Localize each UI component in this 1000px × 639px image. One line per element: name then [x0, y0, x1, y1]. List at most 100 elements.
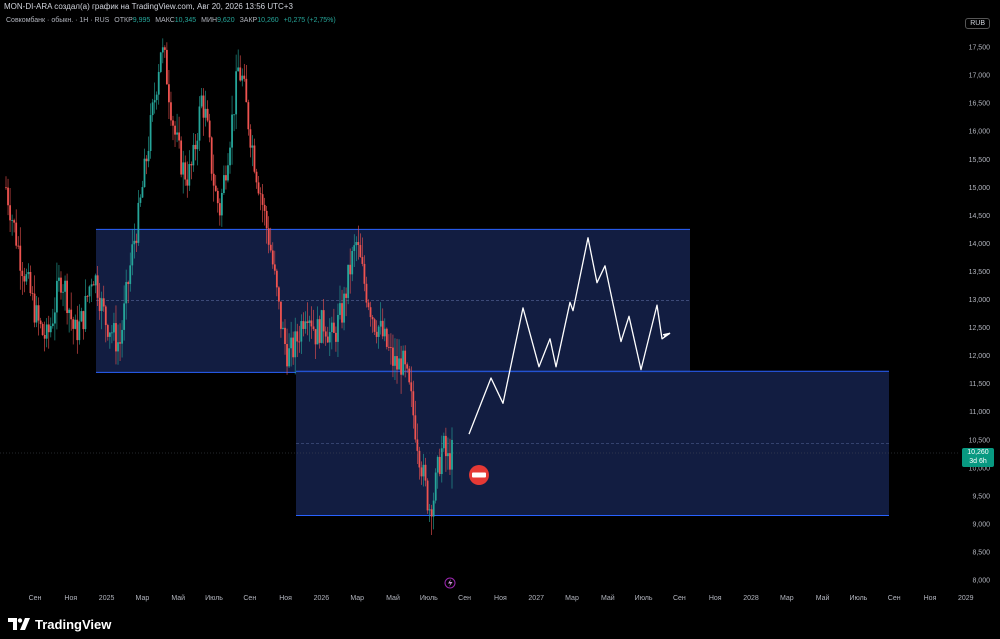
candle-body — [420, 467, 423, 477]
candle-body — [165, 49, 168, 85]
no-entry-icon[interactable] — [469, 465, 489, 485]
candle-body — [345, 293, 348, 298]
candle-body — [17, 245, 20, 247]
candle-body — [267, 228, 270, 245]
candle-body — [428, 509, 431, 511]
candle-body — [330, 322, 333, 333]
candle-body — [229, 147, 231, 166]
time-tick-label: Июль — [205, 595, 223, 602]
candle-body — [424, 464, 427, 481]
candle-body — [390, 347, 392, 348]
candle-body — [449, 453, 451, 470]
candle-body — [347, 264, 350, 298]
candle-body — [292, 337, 295, 358]
candle-body — [220, 192, 223, 216]
candle-body — [225, 175, 227, 181]
candle-body — [21, 270, 24, 277]
time-tick-label: Июль — [849, 595, 867, 602]
candle-body — [318, 319, 321, 343]
candle-body — [25, 274, 28, 282]
candle-body — [261, 194, 264, 205]
last-price-tag: 10,260 3d 6h — [962, 448, 994, 467]
time-axis[interactable]: Сен Ноя 2025 Мар Май Июль Сен Ноя 2026 Мар Май Июль… — [29, 594, 974, 602]
candle-body — [31, 293, 34, 294]
high-value: 10,345 — [174, 17, 197, 24]
candle-body — [51, 323, 54, 327]
candle-body — [15, 222, 18, 246]
candle-body — [324, 331, 327, 337]
candle-body — [72, 319, 75, 329]
candle-body — [277, 287, 280, 302]
candle-body — [396, 356, 398, 370]
candle-body — [430, 509, 433, 517]
candle-body — [241, 75, 244, 81]
candle-body — [64, 280, 66, 292]
candle-body — [381, 320, 384, 337]
tradingview-logo[interactable]: TradingView — [8, 616, 111, 632]
candle-body — [235, 71, 238, 115]
time-tick-label: 2026 — [314, 595, 330, 602]
low-value: 9,620 — [217, 17, 235, 24]
candle-body — [108, 332, 111, 337]
price-tick-label: 14,000 — [969, 241, 991, 248]
candle-body — [367, 302, 370, 308]
candle-body — [316, 319, 319, 345]
candle-body — [361, 257, 364, 264]
candle-body — [153, 100, 156, 103]
price-tick-label: 10,500 — [969, 437, 991, 444]
symbol-name: Совкомбанк · обыкн. · 1Н · RUS — [6, 17, 110, 24]
candle-body — [308, 320, 311, 323]
currency-button[interactable]: RUB — [965, 18, 990, 29]
candle-body — [11, 220, 14, 221]
candle-body — [410, 382, 413, 392]
candle-body — [442, 435, 445, 449]
candle-body — [385, 328, 388, 347]
candle-body — [121, 329, 123, 344]
candle-body — [19, 245, 22, 271]
candle-body — [198, 106, 201, 141]
candle-body — [422, 464, 425, 477]
candle-body — [434, 472, 437, 501]
candle-body — [306, 321, 309, 323]
candle-body — [168, 84, 170, 103]
candle-body — [113, 323, 115, 333]
candle-body — [58, 277, 60, 281]
candle-body — [436, 456, 439, 473]
candle-body — [147, 150, 150, 162]
brand-name: TradingView — [35, 616, 112, 632]
candle-body — [161, 47, 164, 53]
candle-body — [284, 327, 286, 345]
candle-body — [157, 71, 160, 95]
candle-body — [62, 291, 64, 293]
candle-body — [43, 334, 46, 339]
candle-body — [210, 137, 213, 174]
candle-body — [214, 185, 217, 191]
candle-body — [351, 250, 354, 275]
candle-body — [349, 264, 352, 275]
candle-body — [74, 319, 77, 329]
price-axis[interactable]: 8,0008,5009,0009,50010,00010,50011,00011… — [969, 45, 991, 585]
price-tick-label: 13,000 — [969, 297, 991, 304]
time-tick-label: Сен — [29, 595, 42, 602]
price-tick-label: 13,500 — [969, 269, 991, 276]
time-tick-label: Ноя — [279, 595, 292, 602]
candle-body — [76, 319, 79, 341]
time-tick-label: 2027 — [528, 595, 544, 602]
candle-body — [178, 132, 181, 141]
candle-body — [286, 344, 288, 367]
candle-body — [115, 323, 117, 352]
candle-body — [373, 319, 376, 332]
candle-body — [343, 293, 345, 323]
candle-body — [408, 368, 411, 383]
candle-body — [438, 456, 441, 475]
candle-body — [110, 332, 113, 334]
flash-event-icon[interactable] — [444, 577, 456, 589]
price-chart[interactable]: 8,0008,5009,0009,50010,00010,50011,00011… — [0, 0, 1000, 602]
open-value: 9,995 — [132, 17, 151, 24]
candle-body — [296, 331, 299, 342]
time-tick-label: Май — [601, 594, 615, 602]
candle-body — [151, 102, 154, 116]
time-tick-label: Сен — [458, 595, 471, 602]
bar-countdown: 3d 6h — [969, 458, 987, 465]
candle-body — [326, 336, 329, 343]
